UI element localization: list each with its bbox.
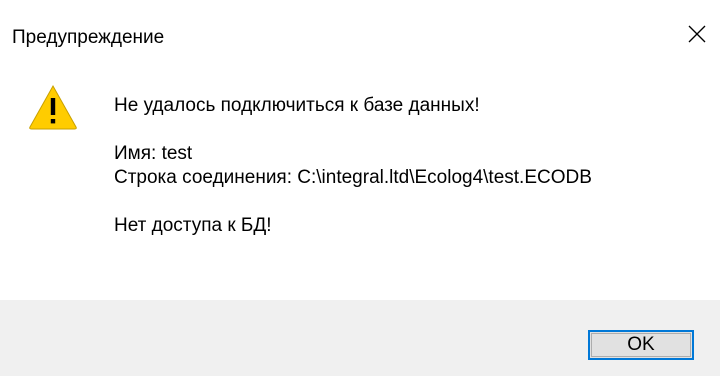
database-name: Имя: test xyxy=(114,143,193,164)
ok-button[interactable]: OK xyxy=(588,330,694,360)
error-message: Не удалось подключиться к базе данных! xyxy=(114,95,480,116)
message-text: Не удалось подключиться к базе данных! И… xyxy=(114,94,592,238)
title-bar[interactable]: Предупреждение xyxy=(0,0,720,72)
access-message: Нет доступа к БД! xyxy=(114,215,272,236)
warning-dialog: Предупреждение Не удалось подключиться к… xyxy=(0,0,720,376)
close-button[interactable] xyxy=(674,12,720,58)
button-bar: OK xyxy=(0,300,720,376)
warning-icon xyxy=(29,84,77,130)
close-icon xyxy=(688,25,706,43)
window-title: Предупреждение xyxy=(12,27,165,48)
message-area: Не удалось подключиться к базе данных! И… xyxy=(0,72,720,300)
connection-string: Строка соединения: C:\integral.ltd\Ecolo… xyxy=(114,167,592,188)
